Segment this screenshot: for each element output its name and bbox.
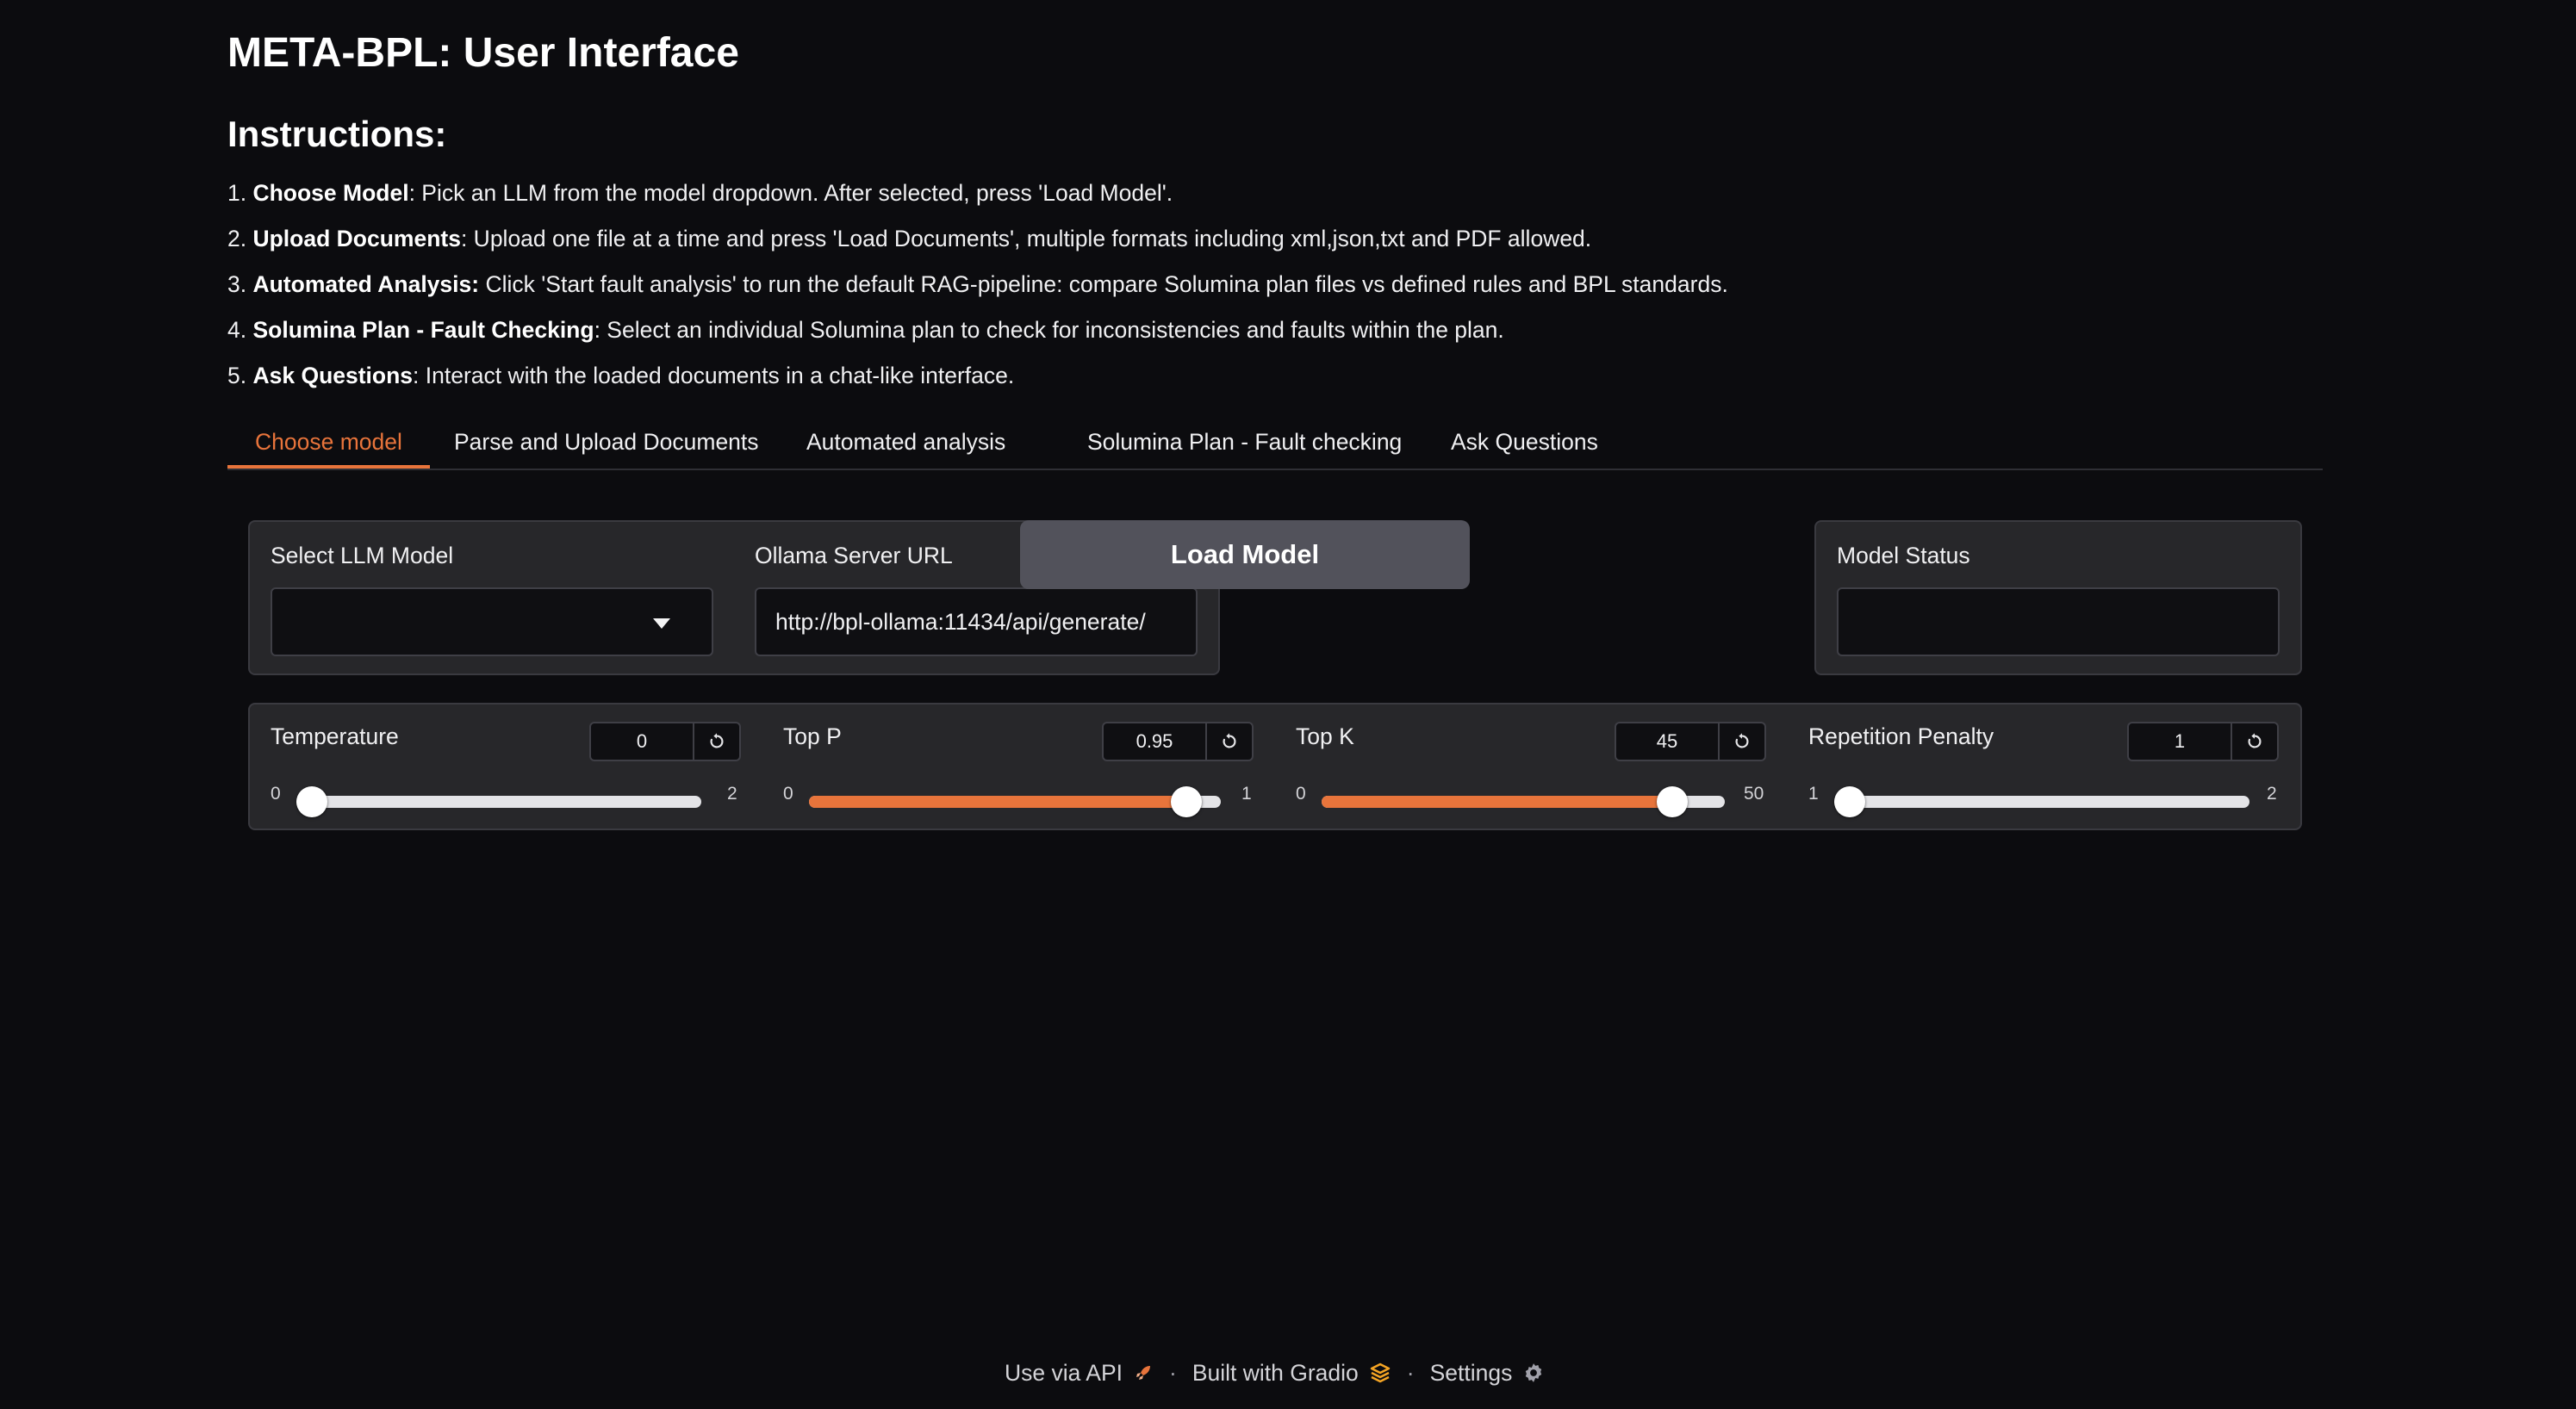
repetition-penalty-control: Repetition Penalty 1 1 2 — [1808, 704, 2296, 830]
top-k-slider[interactable] — [1322, 786, 1725, 817]
temperature-min: 0 — [271, 784, 281, 804]
instruction-step: 3. Automated Analysis: Click 'Start faul… — [227, 271, 1728, 297]
repetition-penalty-slider-thumb[interactable] — [1834, 786, 1865, 817]
temperature-control: Temperature 0 0 2 — [271, 704, 758, 830]
use-via-api-link[interactable]: Use via API — [1005, 1360, 1154, 1387]
instructions-list: 1. Choose Model: Pick an LLM from the mo… — [227, 176, 2295, 404]
server-url-value: http://bpl-ollama:11434/api/generate/ — [775, 609, 1146, 635]
repetition-penalty-label: Repetition Penalty — [1808, 723, 1994, 749]
tab-choose-model[interactable]: Choose model — [227, 419, 430, 469]
temperature-slider[interactable] — [296, 786, 701, 817]
instruction-step: 5. Ask Questions: Interact with the load… — [227, 363, 1015, 388]
load-model-button[interactable]: Load Model — [1020, 520, 1470, 589]
generation-params-panel: Temperature 0 0 2 Top P 0.95 0 1 Top K 4… — [248, 703, 2302, 830]
instruction-step: 4. Solumina Plan - Fault Checking: Selec… — [227, 317, 1504, 343]
top-p-label: Top P — [783, 723, 842, 749]
repetition-penalty-slider[interactable] — [1834, 786, 2249, 817]
server-url-input[interactable]: http://bpl-ollama:11434/api/generate/ — [755, 587, 1198, 656]
top-k-slider-thumb[interactable] — [1656, 786, 1688, 817]
repetition-penalty-value: 1 — [2174, 730, 2186, 752]
top-p-slider-fill — [809, 796, 1201, 808]
server-url-label: Ollama Server URL — [755, 543, 953, 568]
top-p-value: 0.95 — [1136, 730, 1173, 752]
tab-ask-questions[interactable]: Ask Questions — [1423, 419, 1626, 469]
instruction-step: 2. Upload Documents: Upload one file at … — [227, 226, 1592, 251]
top-k-value: 45 — [1656, 730, 1678, 752]
page-title: META-BPL: User Interface — [227, 30, 739, 76]
top-k-label: Top K — [1296, 723, 1354, 749]
footer-separator: · — [1168, 1359, 1177, 1386]
repetition-penalty-max: 2 — [2267, 784, 2277, 804]
temperature-number[interactable]: 0 — [589, 722, 741, 761]
top-p-min: 0 — [783, 784, 793, 804]
top-p-number[interactable]: 0.95 — [1102, 722, 1254, 761]
top-k-min: 0 — [1296, 784, 1306, 804]
reset-icon[interactable] — [2231, 723, 2277, 760]
model-status-panel: Model Status — [1814, 520, 2302, 675]
footer-separator: · — [1406, 1359, 1415, 1386]
model-dropdown[interactable] — [271, 587, 713, 656]
rocket-icon — [1133, 1362, 1154, 1383]
model-status-field[interactable] — [1837, 587, 2280, 656]
gradio-logo-icon — [1369, 1362, 1391, 1383]
footer: Use via API · Built with Gradio · Settin… — [1005, 1356, 1545, 1390]
tab-parse-upload-documents[interactable]: Parse and Upload Documents — [426, 419, 787, 469]
tab-bar: Choose model Parse and Upload Documents … — [227, 419, 2323, 470]
reset-icon[interactable] — [1718, 723, 1764, 760]
reset-icon[interactable] — [693, 723, 739, 760]
model-status-label: Model Status — [1837, 543, 1970, 568]
temperature-max: 2 — [727, 784, 737, 804]
repetition-penalty-min: 1 — [1808, 784, 1819, 804]
top-p-slider-thumb[interactable] — [1170, 786, 1202, 817]
select-model-label: Select LLM Model — [271, 543, 454, 568]
gear-icon — [1522, 1362, 1545, 1384]
settings-link[interactable]: Settings — [1430, 1360, 1546, 1387]
reset-icon[interactable] — [1205, 723, 1252, 760]
tab-automated-analysis[interactable]: Automated analysis — [779, 419, 1033, 469]
temperature-label: Temperature — [271, 723, 399, 749]
instructions-heading: Instructions: — [227, 114, 447, 154]
top-k-control: Top K 45 0 50 — [1296, 704, 1783, 830]
top-p-max: 1 — [1241, 784, 1252, 804]
top-k-number[interactable]: 45 — [1615, 722, 1766, 761]
temperature-slider-thumb[interactable] — [296, 786, 327, 817]
tab-solumina-fault-checking[interactable]: Solumina Plan - Fault checking — [1060, 419, 1429, 469]
repetition-penalty-number[interactable]: 1 — [2127, 722, 2279, 761]
built-with-gradio-link[interactable]: Built with Gradio — [1192, 1360, 1391, 1387]
instruction-step: 1. Choose Model: Pick an LLM from the mo… — [227, 180, 1173, 206]
top-p-control: Top P 0.95 0 1 — [783, 704, 1271, 830]
chevron-down-icon — [653, 618, 670, 629]
top-k-slider-fill — [1322, 796, 1685, 808]
top-p-slider[interactable] — [809, 786, 1221, 817]
temperature-value: 0 — [636, 730, 648, 752]
top-k-max: 50 — [1744, 784, 1764, 804]
